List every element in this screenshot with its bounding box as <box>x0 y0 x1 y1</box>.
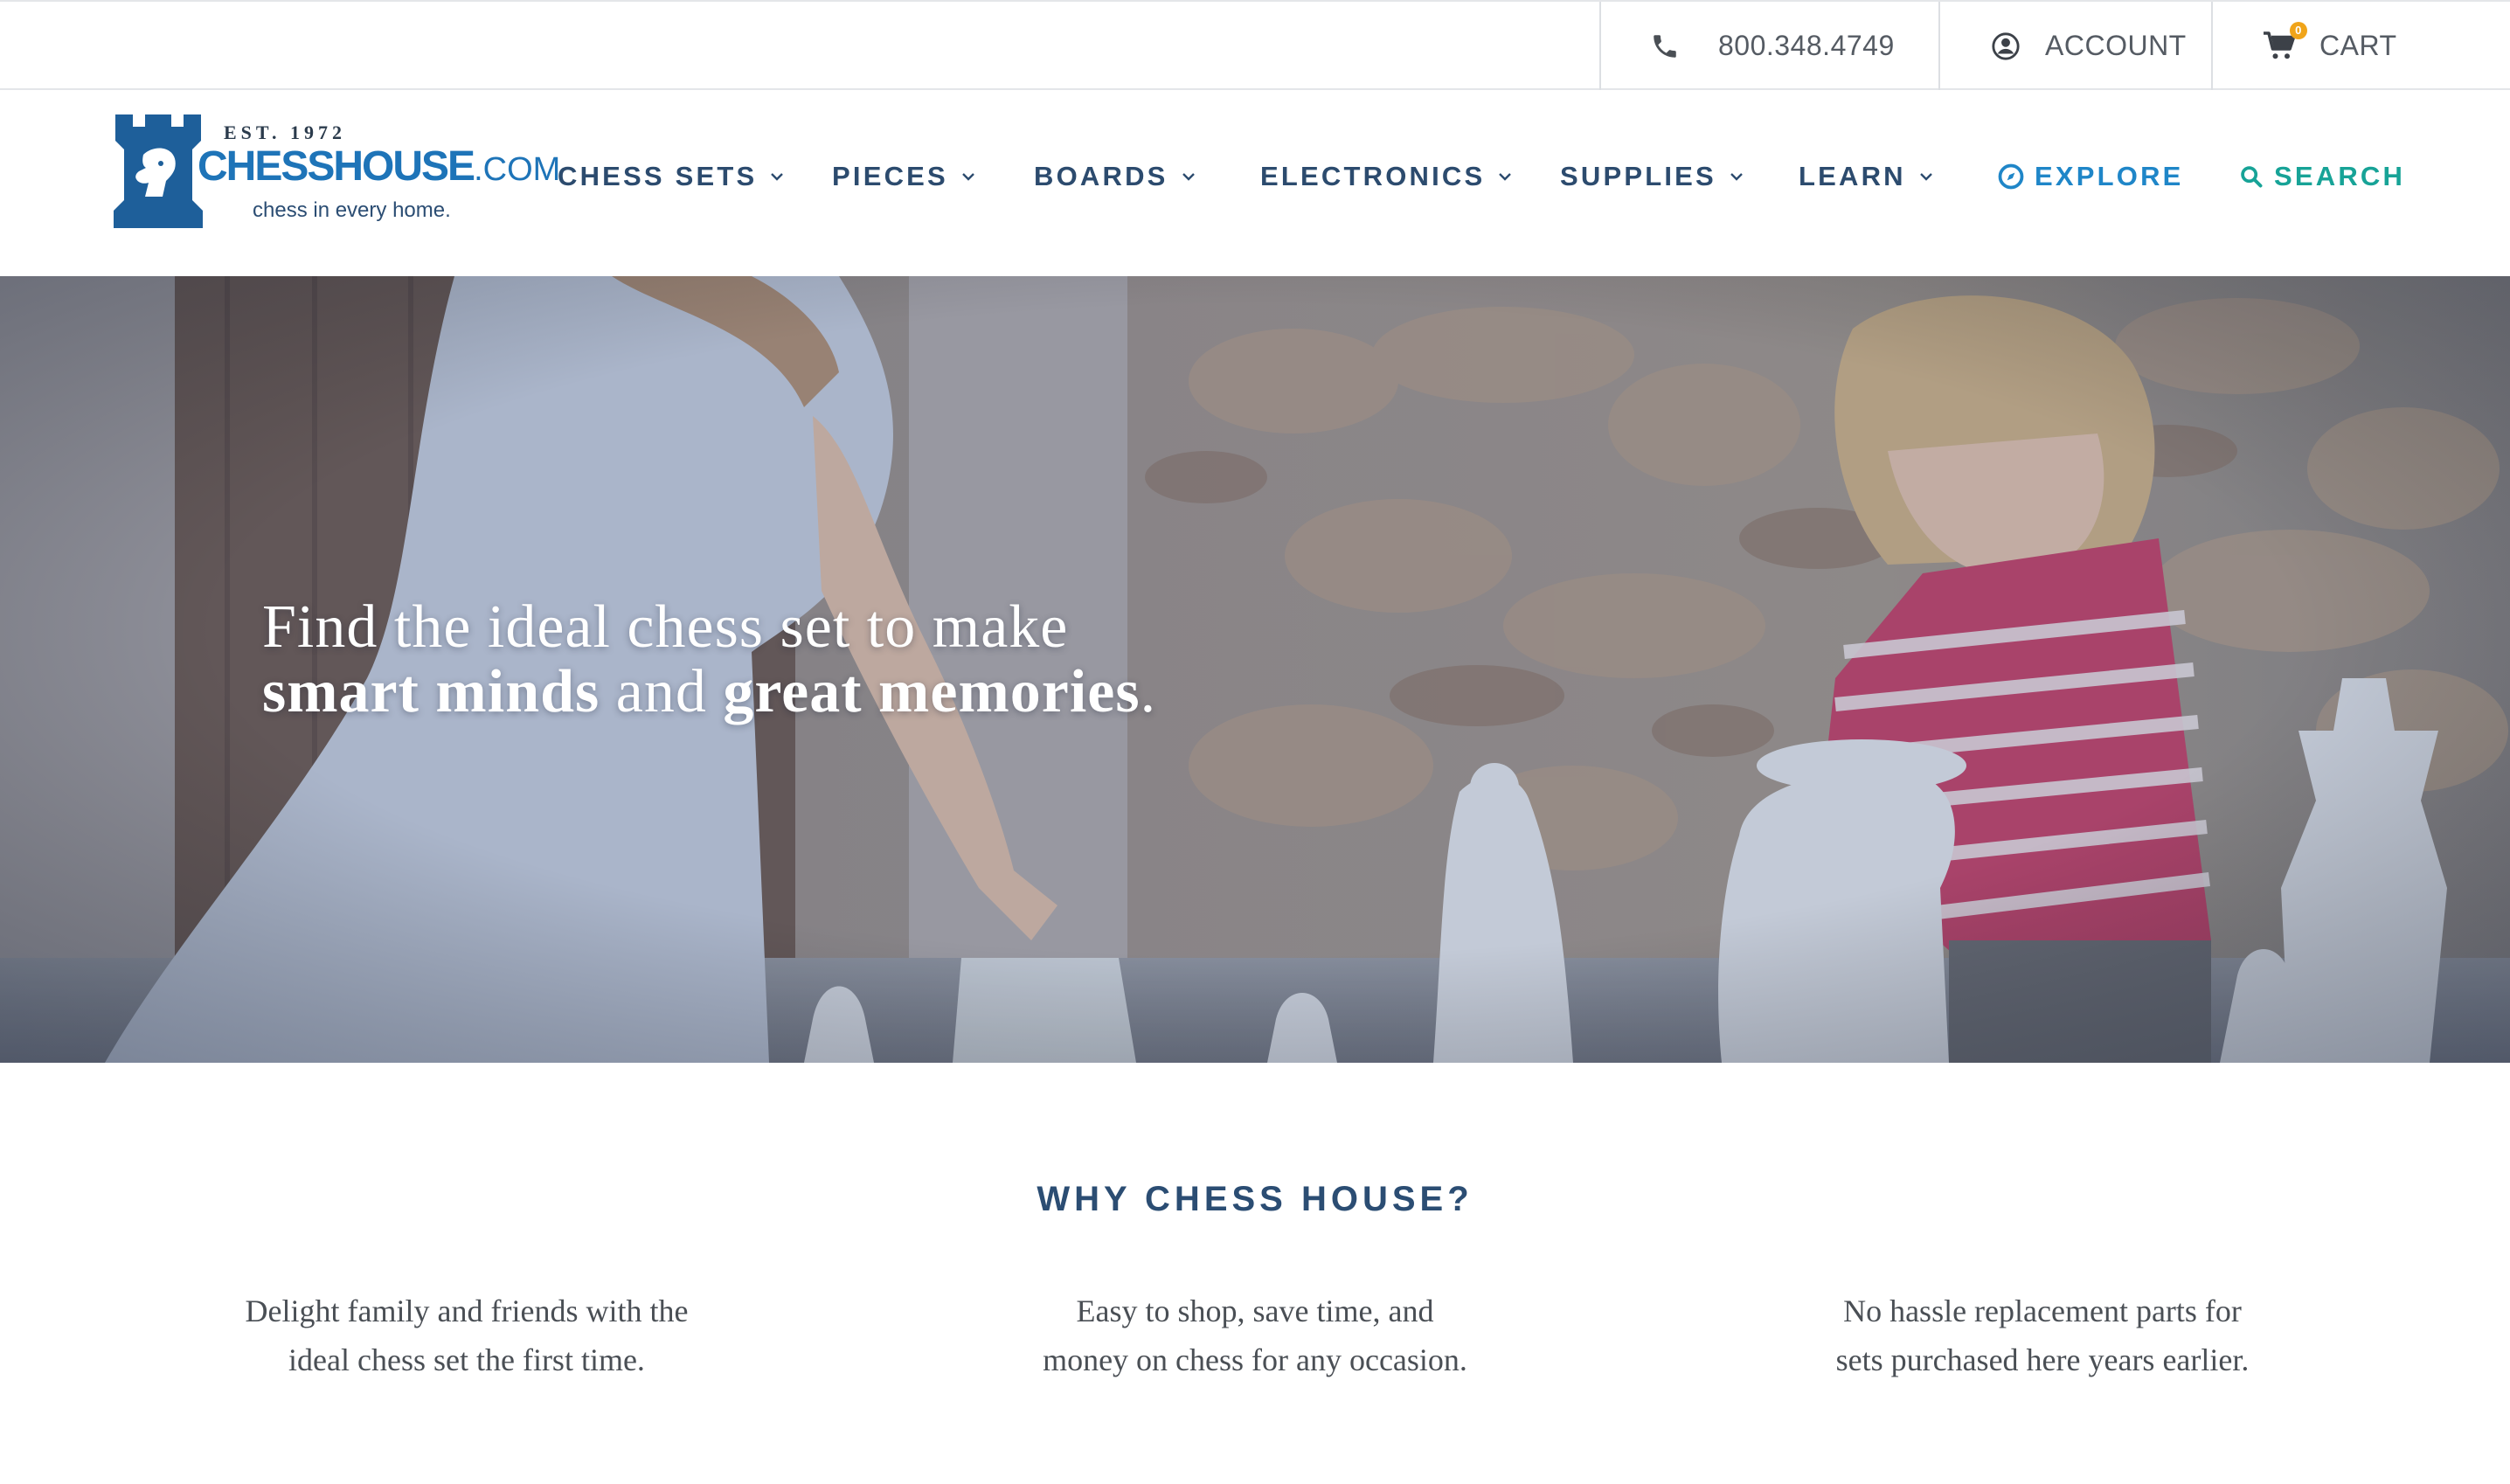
chevron-down-icon <box>1497 171 1513 182</box>
nav-explore-label: EXPLORE <box>2035 161 2184 191</box>
logo-name-main: CHESSHOUSE <box>198 143 475 190</box>
hero-line-1: Find the ideal chess set to make <box>262 593 1069 661</box>
main-navigation: EST. 1972 CHESSHOUSE.COM chess in every … <box>0 90 2510 276</box>
nav-boards[interactable]: BOARDS <box>1034 159 1196 194</box>
feature-family-line1: Delight family and friends with the <box>245 1293 689 1328</box>
nav-explore[interactable]: EXPLORE <box>1998 159 2184 194</box>
nav-supplies[interactable]: SUPPLIES <box>1560 159 1744 194</box>
nav-pieces-label: PIECES <box>832 161 948 191</box>
hero-connector: and <box>600 658 724 725</box>
feature-replacement-parts-line1: No hassle replacement parts for <box>1843 1293 2242 1328</box>
feature-family-line2: ideal chess set the first time. <box>288 1342 645 1377</box>
compass-icon <box>1998 163 2024 190</box>
hero-bold-great-memories: great memories <box>723 658 1141 725</box>
nav-search[interactable]: SEARCH <box>2239 159 2405 194</box>
hero-line-2: smart minds and great memories. <box>262 657 1156 727</box>
nav-supplies-label: SUPPLIES <box>1560 161 1716 191</box>
account-label: ACCOUNT <box>2045 30 2187 61</box>
chesshouse-logo[interactable]: EST. 1972 CHESSHOUSE.COM chess in every … <box>112 111 560 233</box>
chevron-down-icon <box>1181 171 1196 182</box>
search-icon <box>2239 164 2264 189</box>
chevron-down-icon <box>1729 171 1744 182</box>
why-section-title: WHY CHESS HOUSE? <box>1037 1180 1473 1218</box>
cart-label: CART <box>2319 30 2397 61</box>
logo-name-domain: .COM <box>474 151 561 188</box>
feature-family: Delight family and friends with the idea… <box>196 1286 738 1384</box>
chevron-down-icon <box>769 171 785 182</box>
phone-icon <box>1650 31 1680 61</box>
nav-search-label: SEARCH <box>2274 161 2406 191</box>
chevron-down-icon <box>960 171 976 182</box>
hero-banner[interactable]: Find the ideal chess set to make smart m… <box>0 276 2510 1063</box>
phone-link[interactable]: 800.348.4749 <box>1599 2 1938 90</box>
nav-boards-label: BOARDS <box>1034 161 1168 191</box>
user-icon <box>1991 31 2021 61</box>
nav-electronics[interactable]: ELECTRONICS <box>1260 159 1513 194</box>
feature-easy-shop: Easy to shop, save time, and money on ch… <box>984 1286 1526 1384</box>
nav-learn[interactable]: LEARN <box>1799 159 1934 194</box>
phone-number: 800.348.4749 <box>1718 30 1895 61</box>
hero-period: . <box>1140 658 1157 725</box>
logo-wordmark: CHESSHOUSE.COM <box>198 142 560 191</box>
nav-pieces[interactable]: PIECES <box>832 159 976 194</box>
chevron-down-icon <box>1918 171 1934 182</box>
hero-bold-smart-minds: smart minds <box>262 658 600 725</box>
logo-established: EST. 1972 <box>224 121 346 143</box>
account-link[interactable]: ACCOUNT <box>1938 2 2211 90</box>
nav-chess-sets[interactable]: CHESS SETS <box>558 159 785 194</box>
cart-count-badge: 0 <box>2290 21 2307 39</box>
feature-easy-shop-line1: Easy to shop, save time, and <box>1076 1293 1434 1328</box>
logo-tagline: chess in every home. <box>253 198 451 222</box>
feature-easy-shop-line2: money on chess for any occasion. <box>1043 1342 1467 1377</box>
cart-icon: 0 <box>2262 21 2307 62</box>
nav-learn-label: LEARN <box>1799 161 1906 191</box>
feature-replacement-parts-line2: sets purchased here years earlier. <box>1835 1342 2250 1377</box>
feature-replacement-parts: No hassle replacement parts for sets pur… <box>1772 1286 2313 1384</box>
nav-chess-sets-label: CHESS SETS <box>558 161 758 191</box>
cart-link[interactable]: 0 CART <box>2211 2 2510 90</box>
utility-bar: 800.348.4749 ACCOUNT 0 CART <box>0 0 2510 90</box>
hero-headline: Find the ideal chess set to make smart m… <box>262 593 1156 727</box>
nav-electronics-label: ELECTRONICS <box>1260 161 1486 191</box>
rook-knight-logo-icon <box>114 114 203 228</box>
